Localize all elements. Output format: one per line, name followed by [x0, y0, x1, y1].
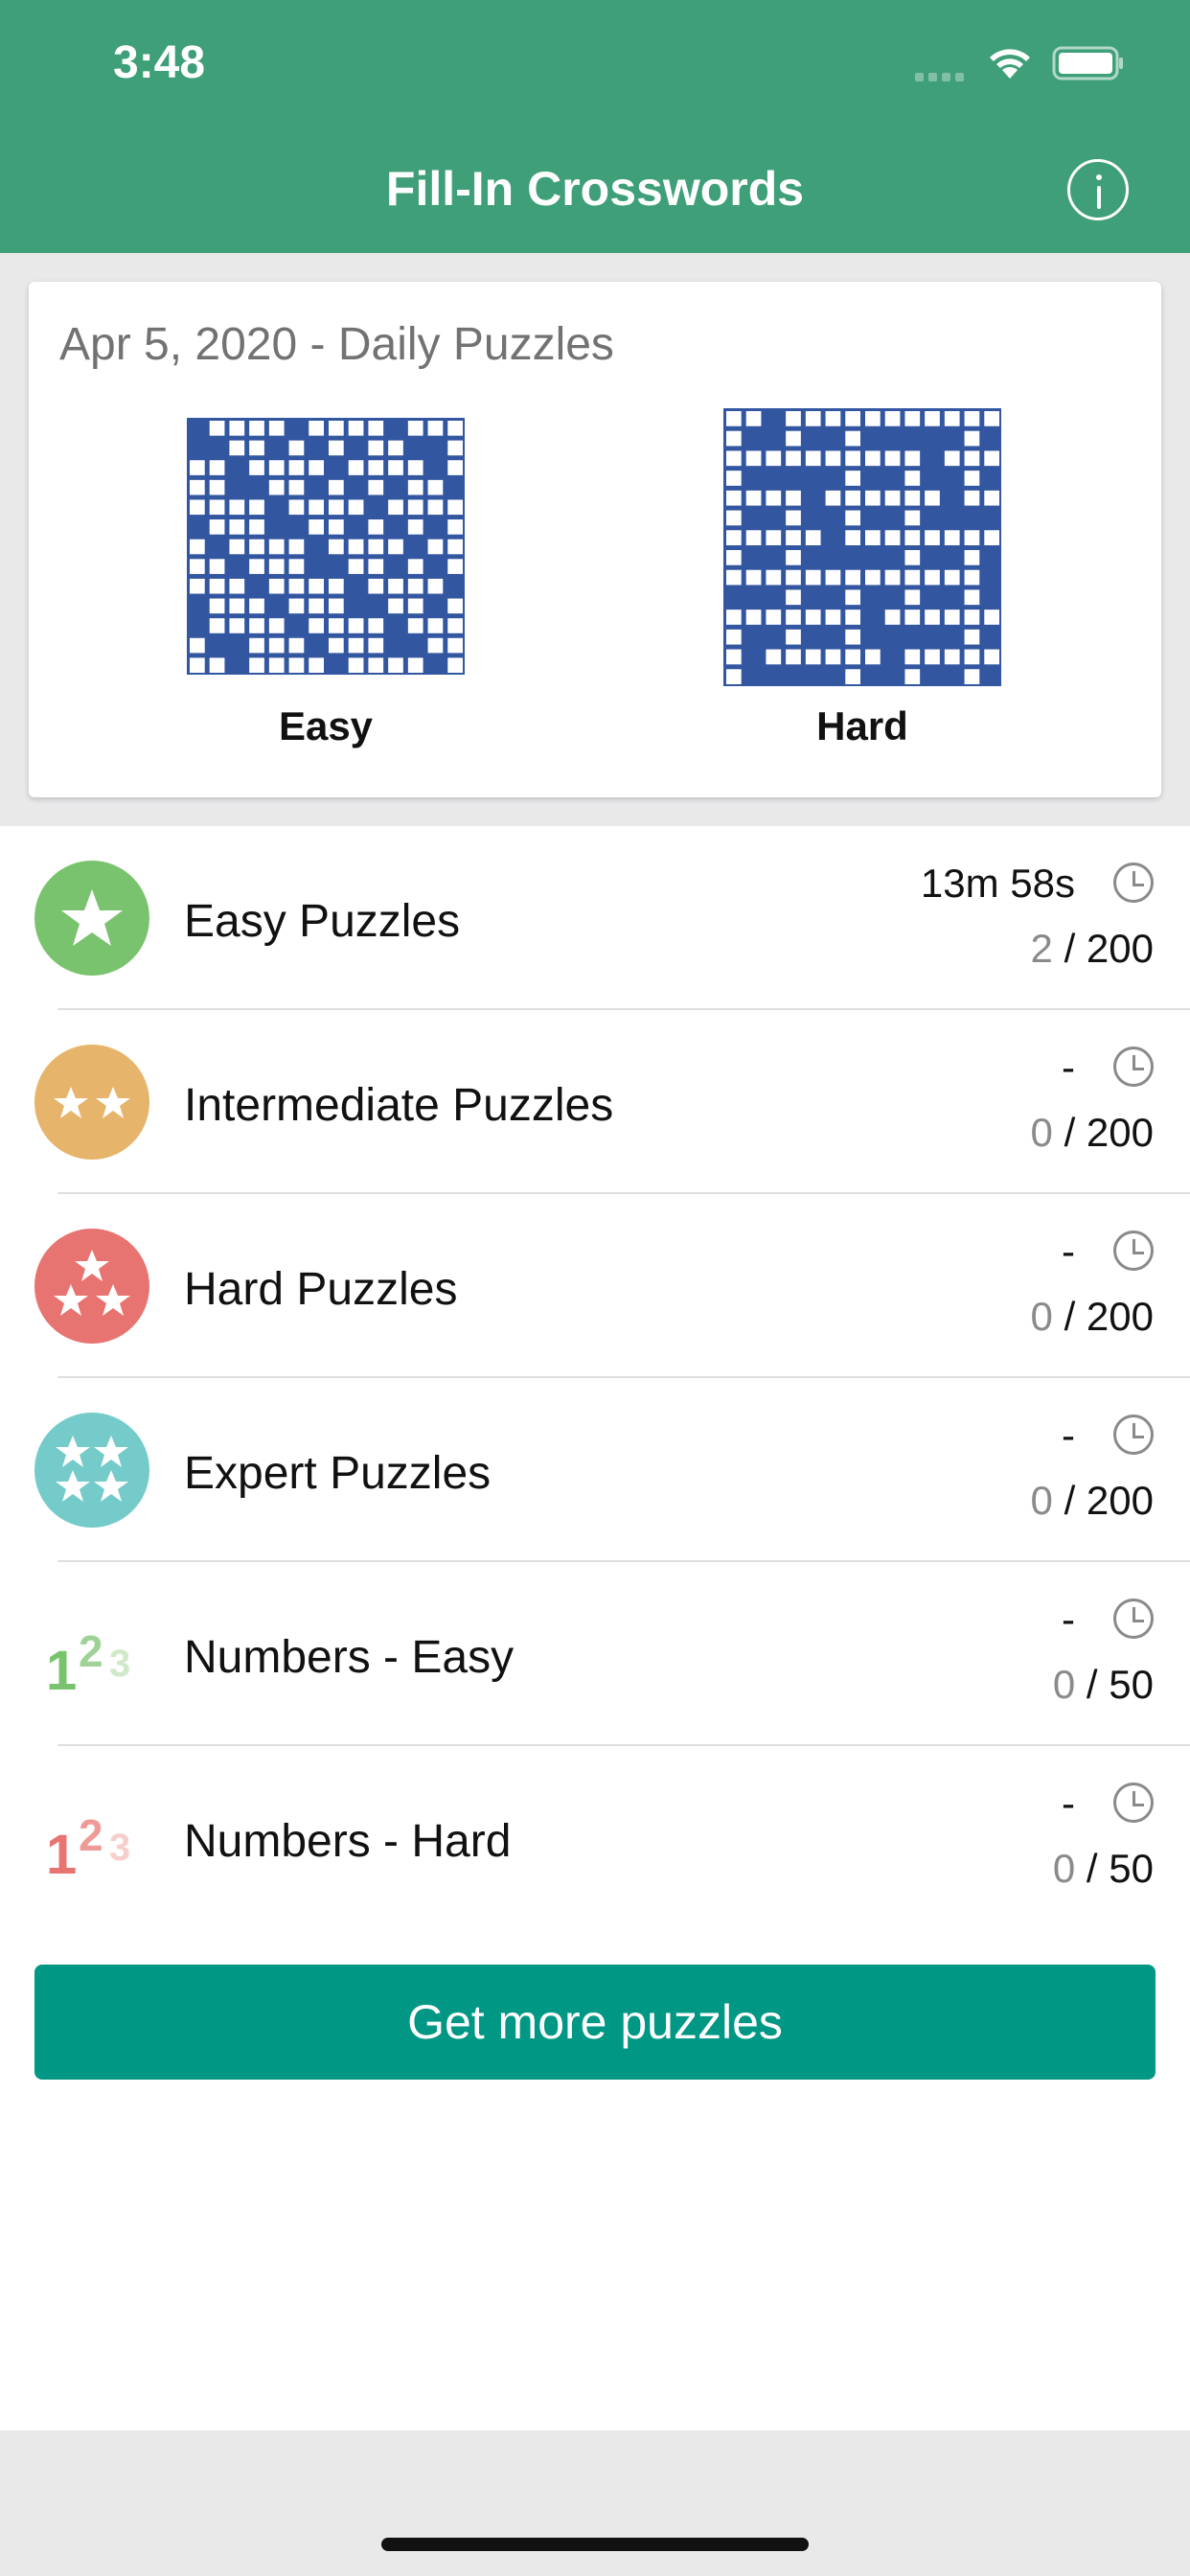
daily-puzzles-title: Apr 5, 2020 - Daily Puzzles [59, 319, 614, 370]
two-star-icon [34, 1045, 149, 1160]
category-row-hard[interactable]: Hard Puzzles - 0 / 200 [0, 1194, 1190, 1378]
daily-hard-label: Hard [816, 703, 908, 748]
three-star-icon [34, 1229, 149, 1344]
category-label: Hard Puzzles [184, 1264, 458, 1315]
progress-count: 2 / 200 [1030, 926, 1154, 971]
progress-count: 0 / 200 [1030, 1110, 1154, 1155]
clock-icon [1113, 1046, 1154, 1087]
best-time: - [1062, 1229, 1075, 1274]
category-row-easy[interactable]: Easy Puzzles 13m 58s 2 / 200 [0, 826, 1190, 1010]
hard-grid-thumbnail [723, 408, 1001, 686]
numbers-easy-icon: 1 2 3 [46, 1626, 131, 1702]
cellular-signal-icon [915, 69, 969, 86]
category-label: Numbers - Easy [184, 1632, 515, 1683]
category-row-intermediate[interactable]: Intermediate Puzzles - 0 / 200 [0, 1010, 1190, 1194]
progress-count: 0 / 200 [1030, 1294, 1154, 1339]
progress-count: 0 / 50 [1052, 1662, 1154, 1707]
progress-count: 0 / 200 [1030, 1478, 1154, 1523]
info-button[interactable] [1067, 159, 1129, 220]
category-label: Expert Puzzles [184, 1448, 492, 1499]
easy-grid-thumbnail [187, 418, 465, 675]
clock-icon [1113, 862, 1154, 903]
numbers-hard-icon: 1 2 3 [46, 1810, 131, 1886]
category-row-numbers-easy[interactable]: 1 2 3 Numbers - Easy - 0 / 50 [0, 1562, 1190, 1746]
nav-bar: Fill-In Crosswords [0, 134, 1190, 253]
best-time: - [1062, 1413, 1075, 1458]
clock-icon [1113, 1414, 1154, 1455]
progress-count: 0 / 50 [1052, 1846, 1154, 1891]
home-indicator[interactable] [381, 2538, 809, 2551]
best-time: - [1062, 1781, 1075, 1826]
best-time: - [1062, 1597, 1075, 1642]
page-title: Fill-In Crosswords [385, 162, 805, 216]
one-star-icon [34, 861, 149, 976]
battery-icon [1052, 46, 1125, 85]
best-time: 13m 58s [920, 861, 1075, 906]
daily-puzzles-card: Apr 5, 2020 - Daily Puzzles Easy Hard [29, 282, 1161, 797]
four-star-icon [34, 1413, 149, 1528]
category-label: Numbers - Hard [184, 1816, 512, 1867]
daily-easy-label: Easy [278, 703, 374, 748]
status-bar: 3:48 [0, 0, 1190, 134]
wifi-icon [987, 46, 1033, 85]
status-time: 3:48 [113, 37, 206, 88]
category-row-expert[interactable]: Expert Puzzles - 0 / 200 [0, 1378, 1190, 1562]
clock-icon [1113, 1230, 1154, 1271]
bottom-bar [0, 2430, 1190, 2576]
daily-easy-puzzle[interactable] [187, 418, 465, 679]
best-time: - [1062, 1045, 1075, 1090]
get-more-puzzles-button[interactable]: Get more puzzles [34, 1965, 1156, 2080]
puzzle-category-list: Easy Puzzles 13m 58s 2 / 200 Intermediat… [0, 826, 1190, 1930]
category-label: Intermediate Puzzles [184, 1080, 614, 1131]
category-label: Easy Puzzles [184, 896, 461, 947]
category-row-numbers-hard[interactable]: 1 2 3 Numbers - Hard - 0 / 50 [0, 1746, 1190, 1930]
daily-hard-puzzle[interactable] [723, 408, 1001, 691]
clock-icon [1113, 1782, 1154, 1823]
clock-icon [1113, 1598, 1154, 1639]
